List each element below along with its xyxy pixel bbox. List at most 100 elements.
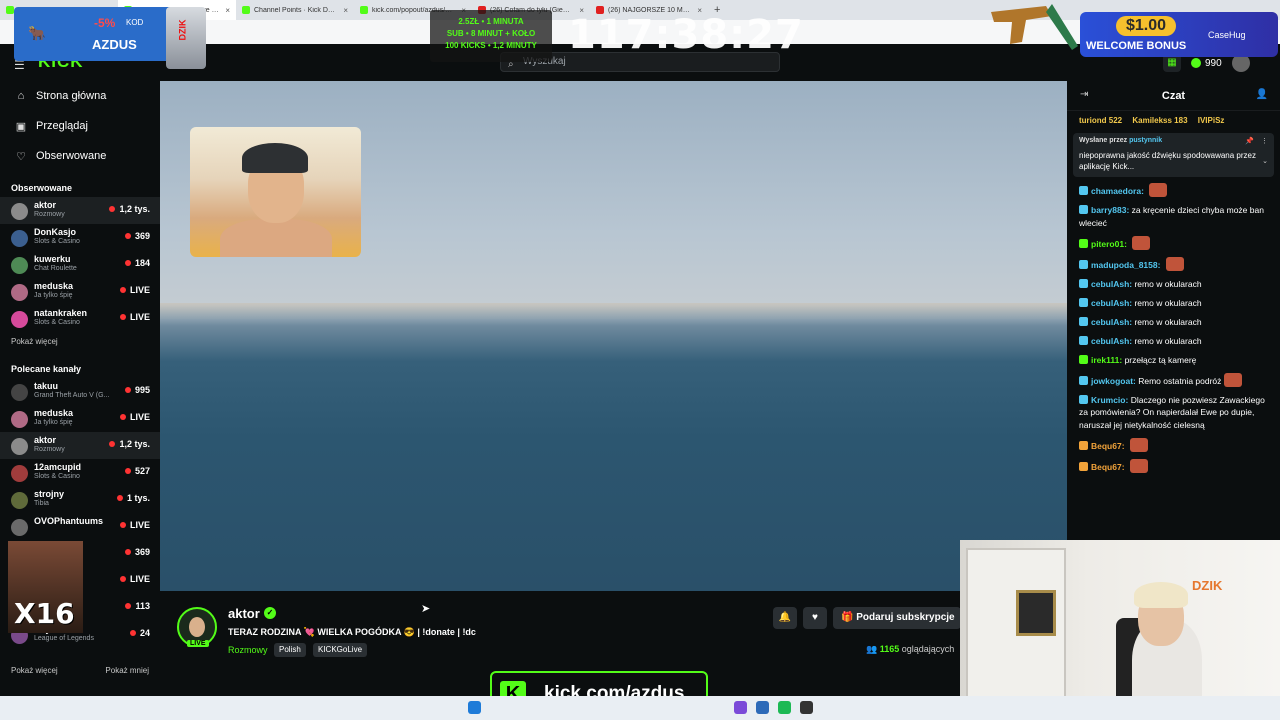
chat-username[interactable]: cebulAsh:	[1091, 336, 1132, 346]
streamer-facecam: DZIK	[960, 540, 1280, 720]
sub-badge-icon	[1079, 297, 1088, 307]
show-more-followed[interactable]: Pokaż więcej	[0, 332, 160, 352]
channel-item[interactable]: strojny Tibia 1 tys.	[0, 486, 160, 513]
show-less-recommended[interactable]: Pokaż mniej	[105, 666, 149, 675]
mouse-cursor: ➤	[421, 603, 431, 615]
channel-avatar	[11, 411, 28, 428]
welcome-bonus-banner[interactable]: $1.00 WELCOME BONUS CaseHug	[1080, 12, 1278, 57]
chat-title: Czat	[1161, 90, 1186, 102]
channel-viewers: 184	[125, 258, 150, 268]
chat-users-icon[interactable]: 👤	[1256, 89, 1268, 100]
gifter-3[interactable]: IVIPiSz	[1198, 116, 1225, 125]
chat-header: ⇥ Czat 👤	[1067, 81, 1280, 111]
chat-message: cebulAsh: remo w okularach	[1067, 316, 1280, 329]
tab-favicon-icon	[360, 6, 368, 14]
chat-message: cebulAsh: remo w okularach	[1067, 297, 1280, 310]
tag-polish[interactable]: Polish	[274, 643, 306, 657]
browser-tab[interactable]: Channel Points · Kick Dashboard ×	[236, 0, 354, 20]
chat-message: barry883: za kręcenie dzieci chyba może …	[1067, 204, 1280, 229]
sidebar-nav-item[interactable]: ⌂ Strona główna	[0, 81, 160, 111]
bonus-amount: $1.00	[1116, 16, 1177, 36]
streamer-camera-overlay	[190, 127, 361, 257]
app-icon[interactable]	[756, 701, 769, 714]
sub-badge-icon	[1079, 354, 1088, 364]
windows-start-icon[interactable]	[468, 701, 481, 714]
sidebar-nav-item[interactable]: ♡ Obserwowane	[0, 141, 160, 171]
tag-kickgolive[interactable]: KICKGoLive	[313, 643, 368, 657]
channel-item[interactable]: OVOPhantuums LIVE	[0, 513, 160, 540]
gift-subscription-button[interactable]: 🎁 Podaruj subskrypcje	[833, 607, 961, 629]
channel-viewers: 1,2 tys.	[109, 439, 150, 449]
chat-username[interactable]: chamaedora:	[1091, 186, 1144, 196]
subathon-rules: 2.5ZŁ • 1 MINUTA SUB • 8 MINUT + KOŁO 10…	[430, 10, 552, 62]
channel-viewers: LIVE	[120, 574, 150, 584]
emote-icon	[1224, 372, 1243, 387]
chat-username[interactable]: barry883:	[1091, 205, 1129, 215]
chat-username[interactable]: irek111:	[1091, 355, 1122, 365]
chat-username[interactable]: cebulAsh:	[1091, 298, 1132, 308]
channel-item[interactable]: takuu Grand Theft Auto V (G... 995	[0, 378, 160, 405]
channel-item[interactable]: meduska Ja tylko śpię LIVE	[0, 405, 160, 432]
heart-icon[interactable]: ♥	[803, 607, 827, 629]
gifter-2[interactable]: Kamilekss 183	[1132, 116, 1187, 125]
chat-panel: ⇥ Czat 👤 turiond 522 Kamilekss 183 IVIPi…	[1067, 81, 1280, 541]
chevron-down-icon[interactable]: ⌄	[1262, 157, 1268, 165]
channel-viewers: LIVE	[120, 412, 150, 422]
nav-icon: ⌂	[17, 90, 25, 102]
promo-kod-label: KOD	[126, 18, 144, 27]
channel-item[interactable]: DonKasjo Slots & Casino 369	[0, 224, 160, 251]
bonus-brand: CaseHug	[1208, 30, 1246, 40]
chat-message: chamaedora:	[1067, 183, 1280, 198]
app-icon[interactable]	[734, 701, 747, 714]
pinned-by-user[interactable]: pustynnik	[1129, 137, 1162, 144]
tab-close-icon[interactable]: ×	[225, 6, 230, 15]
channel-item[interactable]: kuwerku Chat Roulette 184	[0, 251, 160, 278]
channel-avatar	[11, 438, 28, 455]
chat-username[interactable]: jowkogoat:	[1091, 376, 1136, 386]
channel-viewers: 24	[130, 628, 150, 638]
chat-username[interactable]: cebulAsh:	[1091, 317, 1132, 327]
bell-icon[interactable]: 🔔	[773, 607, 797, 629]
points-counter[interactable]: 990	[1191, 58, 1222, 69]
chat-username[interactable]: Krumcio:	[1091, 395, 1128, 405]
channel-item[interactable]: natankraken Slots & Casino LIVE	[0, 305, 160, 332]
channel-viewers: 113	[125, 601, 150, 611]
terminal-icon[interactable]	[800, 701, 813, 714]
tab-close-icon[interactable]: ×	[343, 6, 348, 15]
channel-avatar	[11, 519, 28, 536]
chat-username[interactable]: Bequ67:	[1091, 441, 1125, 451]
chat-username[interactable]: cebulAsh:	[1091, 279, 1132, 289]
chat-text: remo w okularach	[1134, 278, 1202, 289]
meme-multiplier: X16	[14, 597, 75, 630]
chat-username[interactable]: madupoda_8158:	[1091, 260, 1160, 270]
spotify-icon[interactable]	[778, 701, 791, 714]
subathon-timer: 117:38:27	[568, 12, 804, 58]
gifter-1[interactable]: turiond 522	[1079, 116, 1122, 125]
chat-username[interactable]: Bequ67:	[1091, 462, 1125, 472]
channel-viewers: 527	[125, 466, 150, 476]
meme-overlay: X16	[8, 541, 83, 633]
channel-item[interactable]: 12amcupid Slots & Casino 527	[0, 459, 160, 486]
show-more-recommended[interactable]: Pokaż więcej	[11, 666, 58, 675]
channel-item[interactable]: meduska Ja tylko śpię LIVE	[0, 278, 160, 305]
sidebar-nav-item[interactable]: ▣ Przeglądaj	[0, 111, 160, 141]
chat-text: remo w okularach	[1134, 335, 1202, 346]
promo-percent: -5%	[94, 16, 116, 30]
sub-badge-icon	[1079, 394, 1088, 404]
more-options-icon[interactable]: ⋮	[1261, 137, 1268, 145]
pin-icon[interactable]: 📌	[1245, 137, 1254, 145]
chat-message: jowkogoat: Remo ostatnia podróż	[1067, 372, 1280, 388]
streamer-name[interactable]: aktor	[228, 606, 260, 621]
sub-badge-icon	[1079, 461, 1088, 471]
channel-item[interactable]: aktor Rozmowy 1,2 tys.	[0, 432, 160, 459]
chat-username[interactable]: pitero01:	[1091, 239, 1127, 249]
windows-taskbar	[0, 696, 1280, 720]
channel-item[interactable]: aktor Rozmowy 1,2 tys.	[0, 197, 160, 224]
emote-icon	[1132, 235, 1151, 250]
stream-category[interactable]: Rozmowy	[228, 645, 268, 655]
nav-icon: ▣	[15, 120, 27, 133]
chat-message: madupoda_8158:	[1067, 256, 1280, 272]
pinned-message[interactable]: Wysłane przez pustynnik niepoprawna jako…	[1073, 133, 1274, 177]
sub-badge-icon	[1079, 316, 1088, 326]
timer-rule-2: SUB • 8 MINUT + KOŁO	[446, 29, 536, 38]
